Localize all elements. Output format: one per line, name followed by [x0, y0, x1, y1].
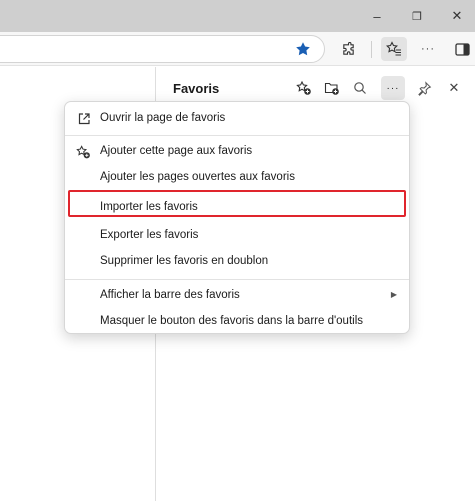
menu-item-open-favorites-page[interactable]: Ouvrir la page de favoris [65, 105, 409, 131]
close-panel-button[interactable]: ✕ [442, 76, 466, 100]
search-icon [354, 82, 366, 94]
menu-item-remove-duplicates[interactable]: Supprimer les favoris en doublon [65, 248, 409, 274]
menu-item-label: Masquer le bouton des favoris dans la ba… [100, 315, 364, 327]
pin-panel-button[interactable] [412, 76, 436, 100]
panel-title: Favoris [173, 81, 220, 96]
menu-separator [65, 135, 409, 136]
extensions-button[interactable] [335, 37, 361, 61]
settings-more-button[interactable]: ··· [415, 37, 441, 61]
menu-item-add-open-pages[interactable]: Ajouter les pages ouvertes aux favoris [65, 164, 409, 190]
toolbar-separator [371, 41, 372, 58]
menu-separator [65, 279, 409, 280]
close-window-button[interactable]: ✕ [437, 0, 475, 32]
search-favorites-button[interactable] [348, 76, 372, 100]
close-icon: ✕ [448, 80, 460, 95]
title-bar: – ❐ ✕ [0, 0, 475, 32]
restore-button[interactable]: ❐ [397, 0, 437, 32]
address-bar[interactable] [0, 35, 325, 63]
pin-icon [417, 80, 431, 96]
add-folder-button[interactable] [320, 76, 344, 100]
sidebar-toggle-button[interactable] [449, 37, 475, 61]
more-icon: ··· [386, 82, 400, 94]
menu-item-label: Afficher la barre des favoris [100, 289, 240, 301]
add-page-to-favorites-button[interactable] [292, 76, 316, 100]
panel-more-options-button[interactable]: ··· [381, 76, 405, 100]
add-favorite-icon [76, 144, 91, 159]
more-icon: ··· [421, 43, 435, 55]
favorites-list-icon [386, 41, 401, 56]
favorites-button[interactable] [381, 37, 407, 61]
restore-icon: ❐ [412, 10, 422, 23]
minimize-icon: – [373, 8, 381, 24]
highlight-box [68, 190, 406, 217]
menu-item-export-favorites[interactable]: Exporter les favoris [65, 222, 409, 248]
menu-item-label: Ajouter les pages ouvertes aux favoris [100, 171, 295, 183]
browser-toolbar: ··· [0, 32, 475, 66]
menu-item-label: Supprimer les favoris en doublon [100, 255, 269, 267]
puzzle-icon [342, 41, 354, 55]
sidebar-icon [454, 42, 470, 56]
favorites-more-menu: Ouvrir la page de favoris Ajouter cette … [64, 101, 410, 334]
add-folder-icon [324, 82, 339, 95]
minimize-button[interactable]: – [357, 0, 397, 32]
menu-item-hide-favorites-button[interactable]: Masquer le bouton des favoris dans la ba… [65, 308, 409, 334]
menu-item-show-favorites-bar[interactable]: Afficher la barre des favoris ▶ [65, 282, 409, 308]
submenu-arrow-icon: ▶ [390, 290, 397, 299]
menu-item-add-page-to-favorites[interactable]: Ajouter cette page aux favoris [65, 138, 409, 164]
open-external-icon [76, 111, 91, 126]
menu-item-label: Ajouter cette page aux favoris [100, 145, 253, 157]
favorite-star-icon[interactable] [295, 41, 311, 57]
menu-item-label: Exporter les favoris [100, 229, 199, 241]
close-icon: ✕ [451, 8, 463, 23]
add-favorite-icon [296, 80, 311, 95]
menu-item-label: Ouvrir la page de favoris [100, 112, 226, 124]
